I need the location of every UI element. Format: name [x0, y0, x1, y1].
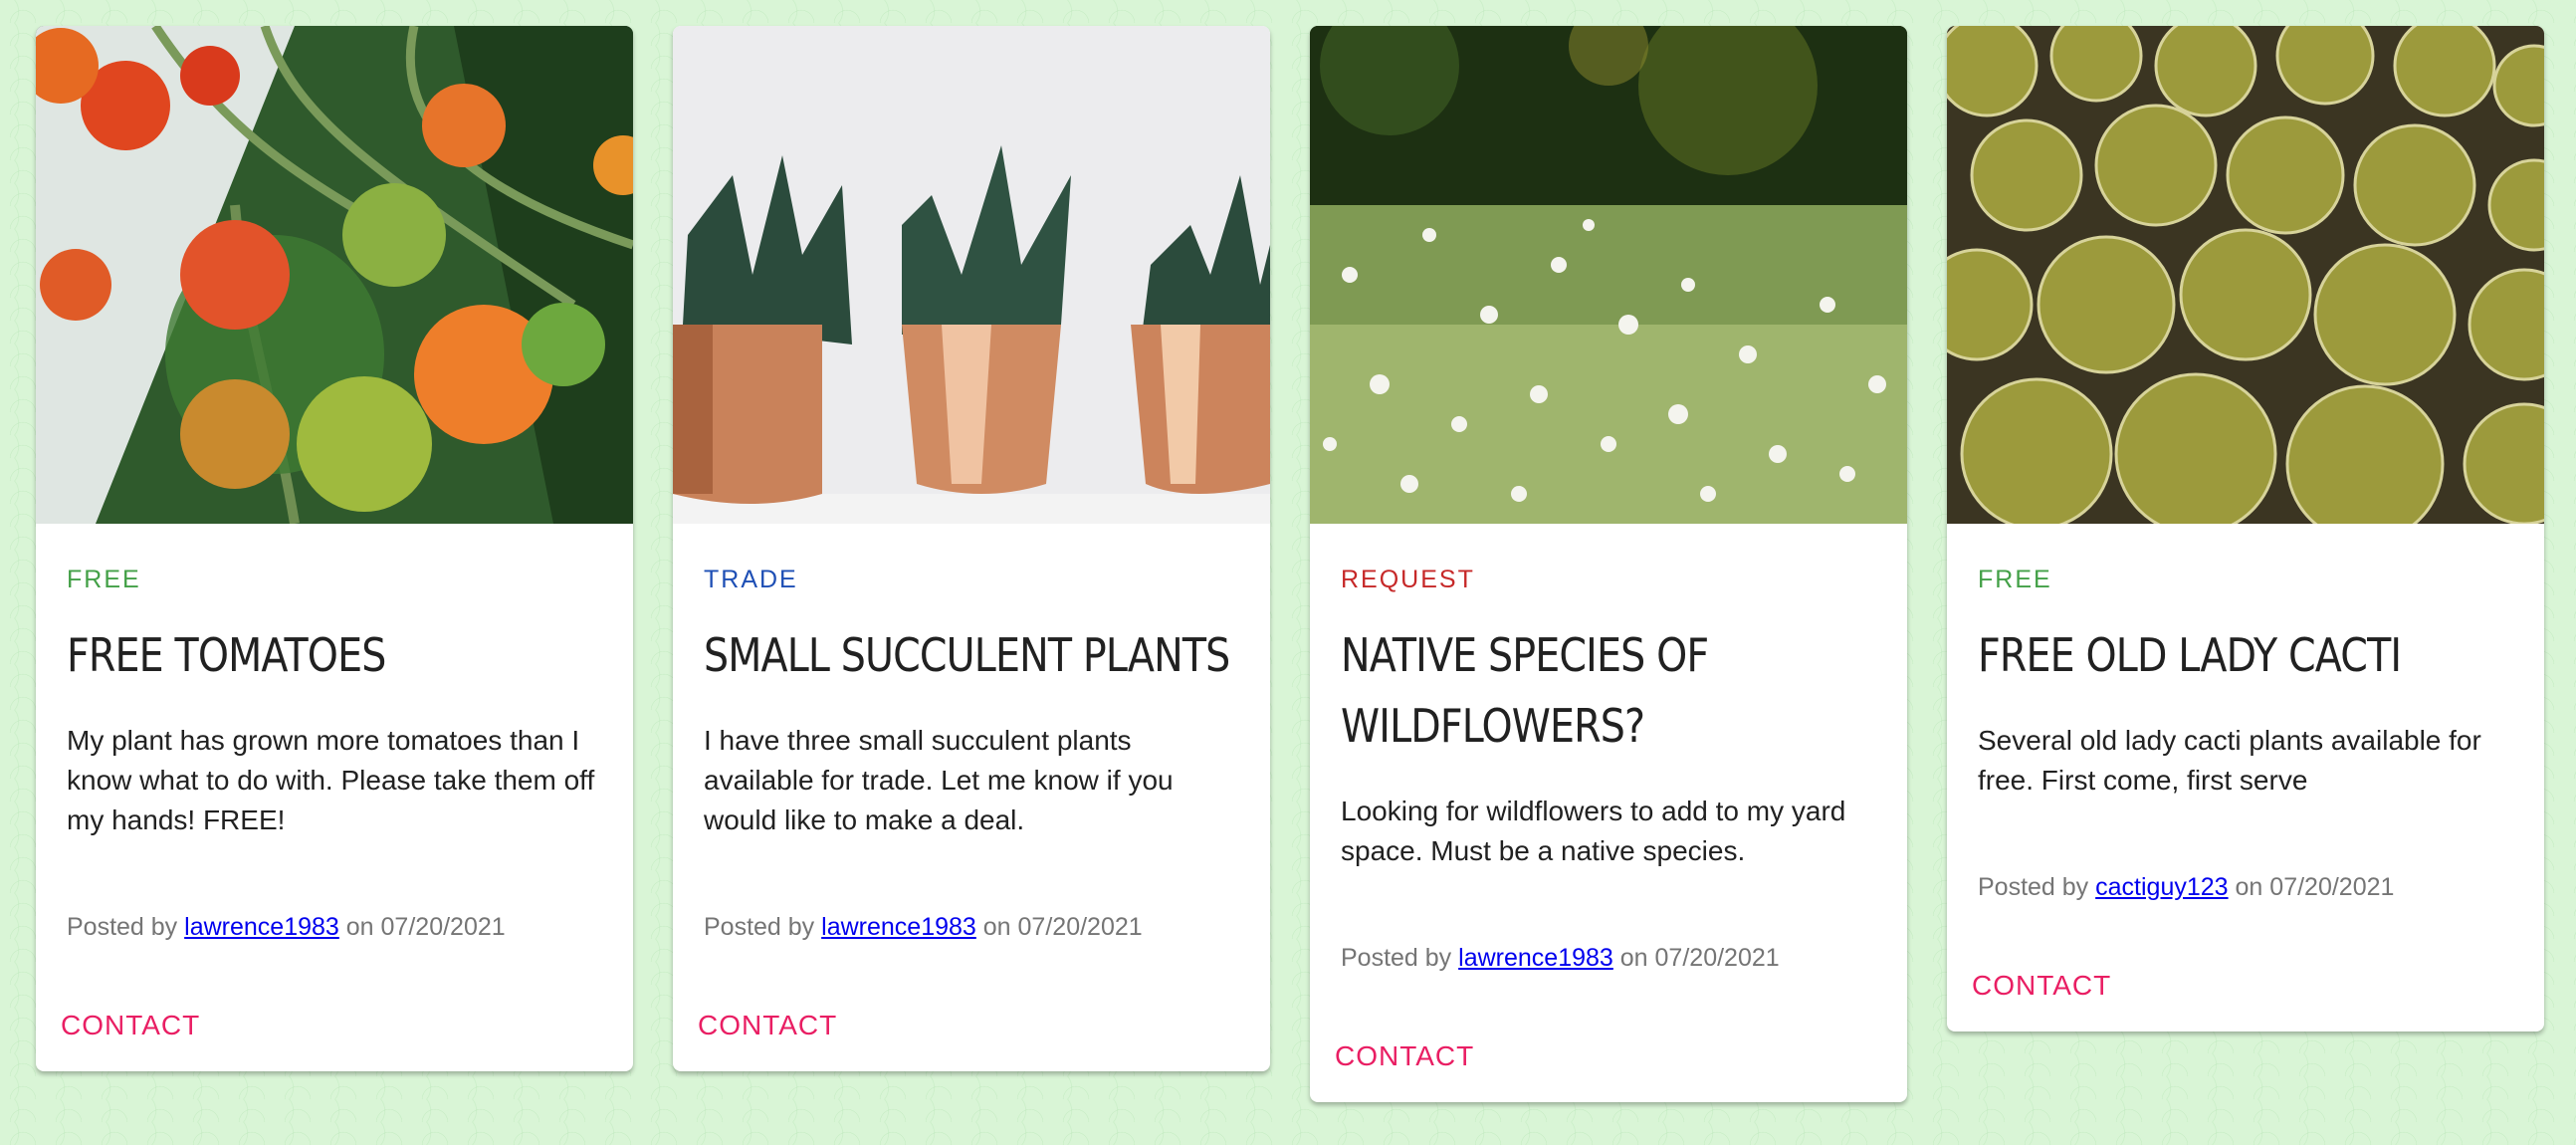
posted-date: 07/20/2021	[1017, 913, 1143, 941]
posted-by-label: Posted by	[704, 913, 815, 941]
succulents-photo	[673, 26, 1270, 524]
posted-date: 07/20/2021	[380, 913, 506, 941]
listing-description: My plant has grown more tomatoes than I …	[67, 725, 595, 835]
listing-title: NATIVE SPECIES OF WILDFLOWERS?	[1341, 628, 1709, 753]
posted-by-line: Posted by lawrence1983 on 07/20/2021	[1341, 944, 1876, 973]
cacti-photo	[1947, 26, 2544, 524]
listing-type-tag: FREE	[67, 566, 141, 593]
posted-by-line: Posted by cactiguy123 on 07/20/2021	[1978, 873, 2513, 902]
posted-on-label: on	[1619, 944, 1648, 972]
author-link[interactable]: lawrence1983	[184, 913, 339, 941]
contact-button[interactable]: CONTACT	[673, 1010, 1270, 1071]
listing-type-tag: REQUEST	[1341, 566, 1475, 593]
listing-card: REQUEST NATIVE SPECIES OF WILDFLOWERS? L…	[1310, 26, 1907, 1102]
contact-button[interactable]: CONTACT	[1947, 970, 2544, 1031]
listing-title: FREE TOMATOES	[67, 628, 386, 682]
wildflowers-photo	[1310, 26, 1907, 524]
posted-by-line: Posted by lawrence1983 on 07/20/2021	[67, 913, 602, 942]
listing-description: I have three small succulent plants avai…	[704, 725, 1174, 835]
posted-on-label: on	[982, 913, 1011, 941]
contact-button[interactable]: CONTACT	[1310, 1040, 1907, 1102]
listing-card: FREE FREE TOMATOES My plant has grown mo…	[36, 26, 633, 1071]
author-link[interactable]: cactiguy123	[2095, 873, 2228, 901]
tomatoes-photo	[36, 26, 633, 524]
posted-by-label: Posted by	[67, 913, 178, 941]
posted-by-label: Posted by	[1341, 944, 1452, 972]
posted-on-label: on	[345, 913, 374, 941]
listing-card: FREE FREE OLD LADY CACTI Several old lad…	[1947, 26, 2544, 1031]
listing-type-tag: FREE	[1978, 566, 2052, 593]
contact-button[interactable]: CONTACT	[36, 1010, 633, 1071]
listing-description: Looking for wildflowers to add to my yar…	[1341, 796, 1846, 866]
listing-grid: FREE FREE TOMATOES My plant has grown mo…	[36, 26, 2544, 1102]
posted-by-label: Posted by	[1978, 873, 2089, 901]
author-link[interactable]: lawrence1983	[821, 913, 976, 941]
author-link[interactable]: lawrence1983	[1458, 944, 1613, 972]
posted-on-label: on	[2235, 873, 2263, 901]
posted-date: 07/20/2021	[2269, 873, 2395, 901]
listing-title: SMALL SUCCULENT PLANTS	[704, 628, 1230, 682]
posted-date: 07/20/2021	[1654, 944, 1780, 972]
posted-by-line: Posted by lawrence1983 on 07/20/2021	[704, 913, 1239, 942]
listing-type-tag: TRADE	[704, 566, 798, 593]
listing-description: Several old lady cacti plants available …	[1978, 725, 2481, 796]
listing-title: FREE OLD LADY CACTI	[1978, 628, 2402, 682]
listing-card: TRADE SMALL SUCCULENT PLANTS I have thre…	[673, 26, 1270, 1071]
